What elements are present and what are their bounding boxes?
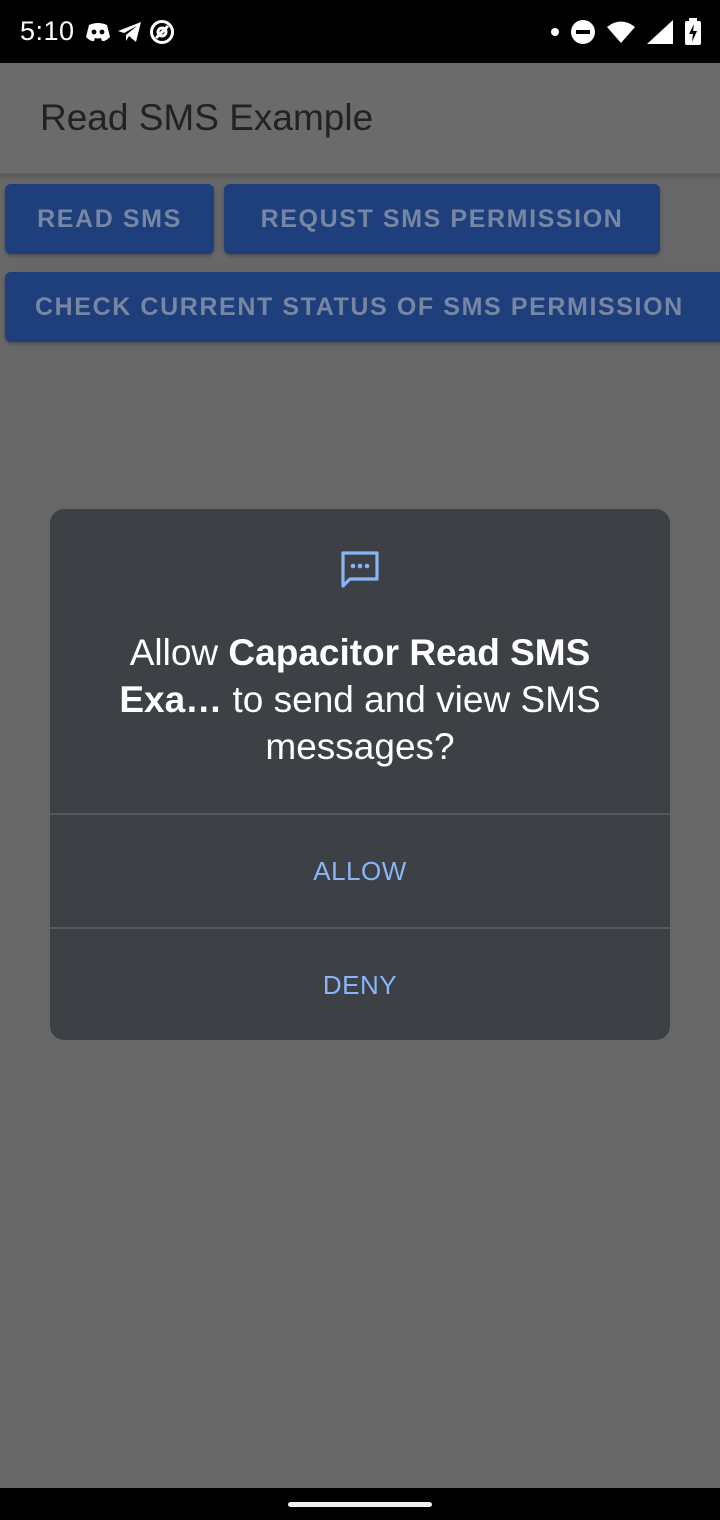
status-bar: 5:10 [0,0,720,63]
sms-message-icon [339,549,381,591]
battery-charging-icon [684,17,702,46]
discord-icon [85,21,111,43]
app-title: Read SMS Example [40,97,374,138]
check-sms-permission-status-button[interactable]: CHECK CURRENT STATUS OF SMS PERMISSION [5,272,720,342]
screen: 5:10 Read SMS Example READ SMS REQUST SM… [0,0,720,1520]
telegram-icon [117,21,143,43]
permission-dialog: Allow Capacitor Read SMS Exa… to send an… [50,509,670,1040]
at-sign-icon [149,19,175,45]
status-notification-icons [85,19,175,45]
app-bar: Read SMS Example [0,63,720,175]
dialog-icon-wrap [50,549,670,591]
signal-icon [646,19,674,45]
deny-button[interactable]: DENY [50,929,670,1040]
status-left: 5:10 [20,16,175,47]
status-right [550,17,702,46]
home-gesture-handle[interactable] [288,1501,432,1507]
allow-button[interactable]: ALLOW [50,815,670,927]
navigation-bar [0,1488,720,1520]
do-not-disturb-icon [570,19,596,45]
notification-dot-icon [550,27,560,37]
wifi-icon [606,20,636,44]
dialog-message-prefix: Allow [129,632,229,673]
request-sms-permission-button[interactable]: REQUST SMS PERMISSION [224,184,660,254]
dialog-message: Allow Capacitor Read SMS Exa… to send an… [80,629,640,770]
dialog-message-suffix: to send and view SMS messages? [222,679,601,767]
status-time: 5:10 [20,16,75,46]
read-sms-button[interactable]: READ SMS [5,184,214,254]
